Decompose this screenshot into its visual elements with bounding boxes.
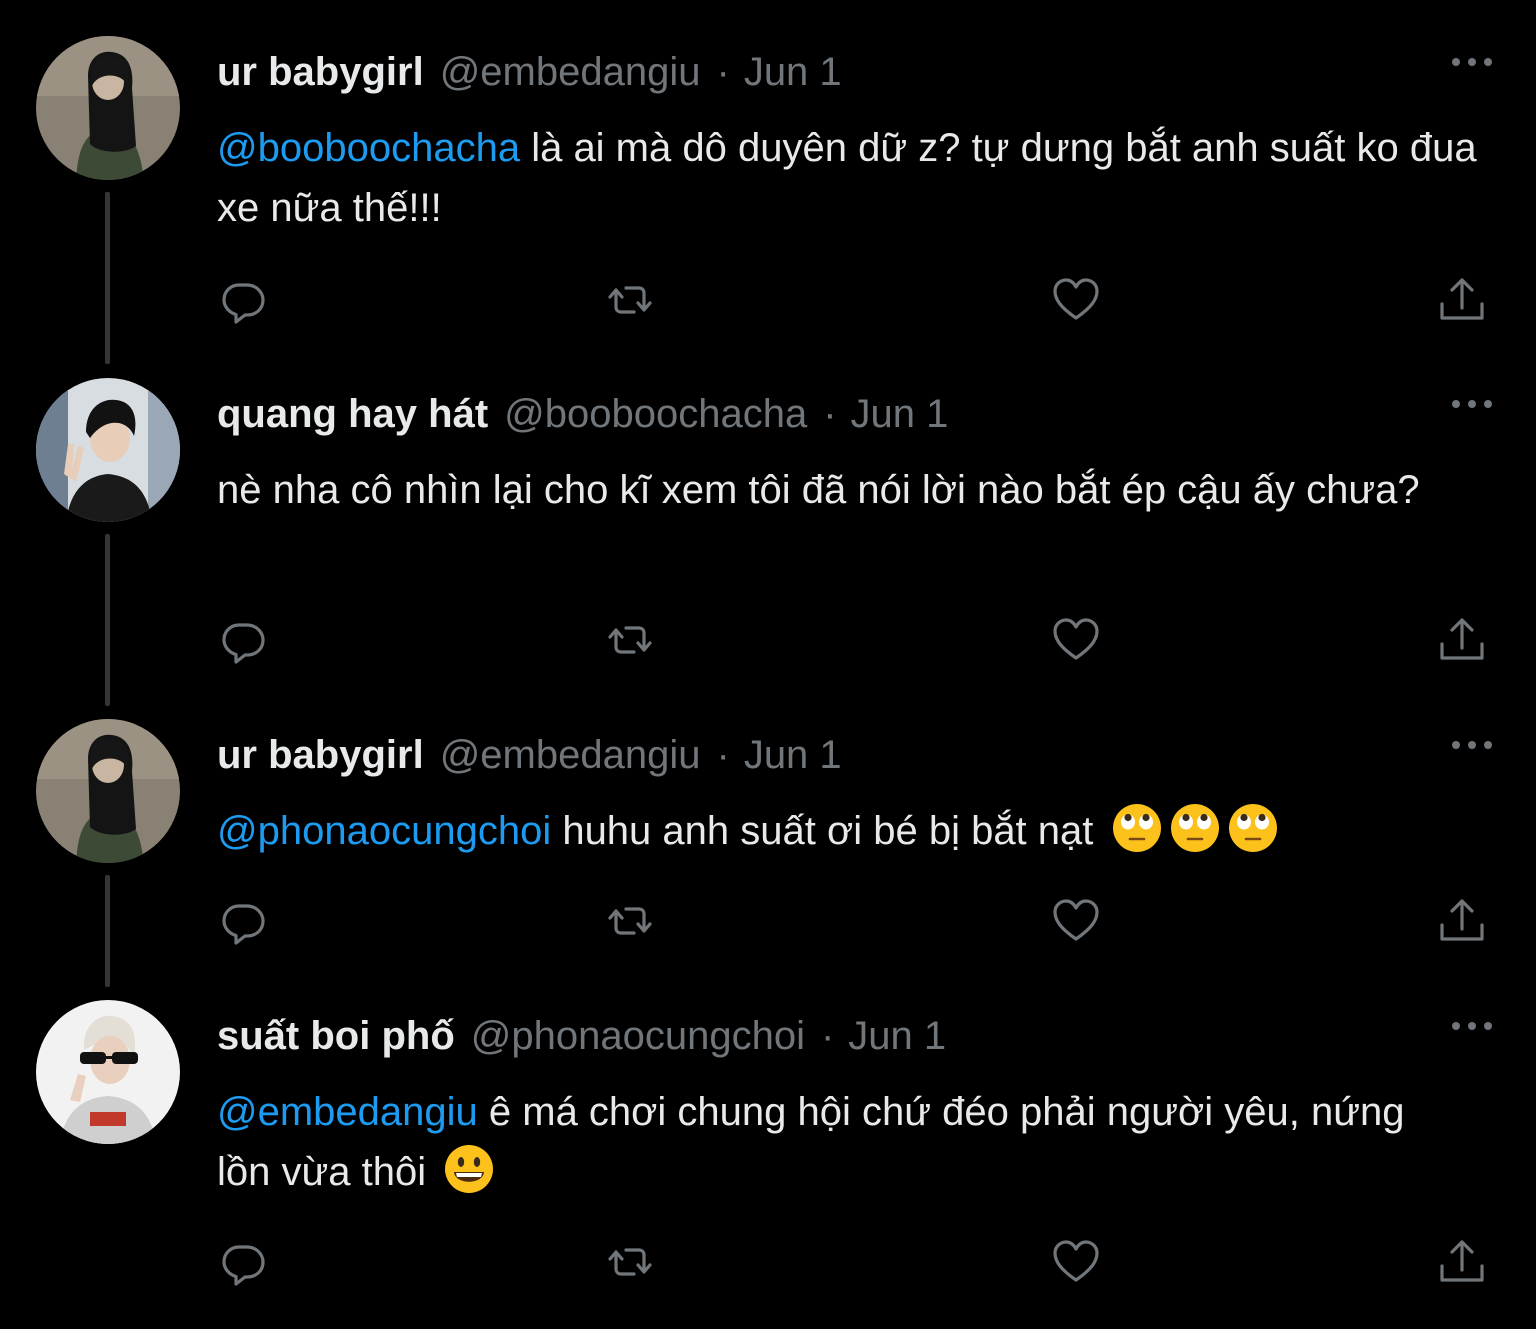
reply-icon[interactable] — [217, 1236, 269, 1288]
mention-link[interactable]: @embedangiu — [217, 1090, 478, 1134]
like-icon[interactable] — [1050, 274, 1102, 326]
separator-dot: · — [820, 1014, 835, 1058]
tweet-text: @phonaocungchoi huhu anh suất ơi bé bị b… — [217, 801, 1507, 861]
avatar[interactable] — [36, 719, 180, 863]
tweet-text-body: nè nha cô nhìn lại cho kĩ xem tôi đã nói… — [217, 468, 1420, 512]
rolling-eyes-emoji — [1169, 802, 1221, 854]
user-handle[interactable]: @booboochacha — [504, 386, 807, 442]
reply-icon[interactable] — [217, 895, 269, 947]
user-handle[interactable]: @phonaocungchoi — [471, 1008, 805, 1064]
retweet-icon[interactable] — [604, 274, 656, 326]
share-icon[interactable] — [1436, 895, 1488, 947]
separator-dot: · — [716, 733, 730, 777]
tweet-actions — [0, 1236, 1536, 1296]
share-icon[interactable] — [1436, 1236, 1488, 1288]
share-icon[interactable] — [1436, 614, 1488, 666]
display-name[interactable]: ur babygirl — [217, 44, 424, 100]
tweet-text: @embedangiu ê má chơi chung hội chứ đéo … — [217, 1082, 1457, 1202]
like-icon[interactable] — [1050, 614, 1102, 666]
tweet-date[interactable]: Jun 1 — [744, 727, 842, 783]
tweet-date[interactable]: Jun 1 — [851, 386, 949, 442]
grinning-face-emoji — [443, 1143, 495, 1195]
tweet-date[interactable]: Jun 1 — [744, 44, 842, 100]
more-icon[interactable] — [1452, 392, 1492, 416]
reply-icon[interactable] — [217, 274, 269, 326]
tweet-header: suất boi phố @phonaocungchoi · Jun 1 — [217, 1008, 946, 1064]
more-icon[interactable] — [1452, 1014, 1492, 1038]
tweet-text: @booboochacha là ai mà dô duyên dữ z? tự… — [217, 118, 1507, 238]
avatar[interactable] — [36, 1000, 180, 1144]
reply-thread: ur babygirl @embedangiu · Jun 1 @boobooc… — [0, 0, 1536, 1329]
tweet-date[interactable]: Jun 1 — [848, 1008, 946, 1064]
rolling-eyes-emoji — [1227, 802, 1279, 854]
tweet-actions — [0, 614, 1536, 674]
tweet-header: quang hay hát @booboochacha · Jun 1 — [217, 386, 948, 442]
tweet-actions — [0, 895, 1536, 955]
display-name[interactable]: quang hay hát — [217, 386, 488, 442]
like-icon[interactable] — [1050, 1236, 1102, 1288]
user-handle[interactable]: @embedangiu — [440, 727, 701, 783]
avatar[interactable] — [36, 36, 180, 180]
tweet-text: nè nha cô nhìn lại cho kĩ xem tôi đã nói… — [217, 460, 1507, 520]
mention-link[interactable]: @booboochacha — [217, 126, 520, 170]
tweet-header: ur babygirl @embedangiu · Jun 1 — [217, 727, 842, 783]
more-icon[interactable] — [1452, 733, 1492, 757]
avatar[interactable] — [36, 378, 180, 522]
retweet-icon[interactable] — [604, 614, 656, 666]
separator-dot: · — [823, 392, 837, 436]
display-name[interactable]: suất boi phố — [217, 1008, 455, 1064]
user-handle[interactable]: @embedangiu — [440, 44, 701, 100]
more-icon[interactable] — [1452, 50, 1492, 74]
tweet-text-body: huhu anh suất ơi bé bị bắt nạt — [551, 809, 1105, 853]
like-icon[interactable] — [1050, 895, 1102, 947]
tweet-header: ur babygirl @embedangiu · Jun 1 — [217, 44, 842, 100]
reply-icon[interactable] — [217, 614, 269, 666]
rolling-eyes-emoji — [1111, 802, 1163, 854]
separator-dot: · — [716, 50, 730, 94]
tweet-actions — [0, 274, 1536, 334]
display-name[interactable]: ur babygirl — [217, 727, 424, 783]
mention-link[interactable]: @phonaocungchoi — [217, 809, 551, 853]
retweet-icon[interactable] — [604, 1236, 656, 1288]
retweet-icon[interactable] — [604, 895, 656, 947]
share-icon[interactable] — [1436, 274, 1488, 326]
